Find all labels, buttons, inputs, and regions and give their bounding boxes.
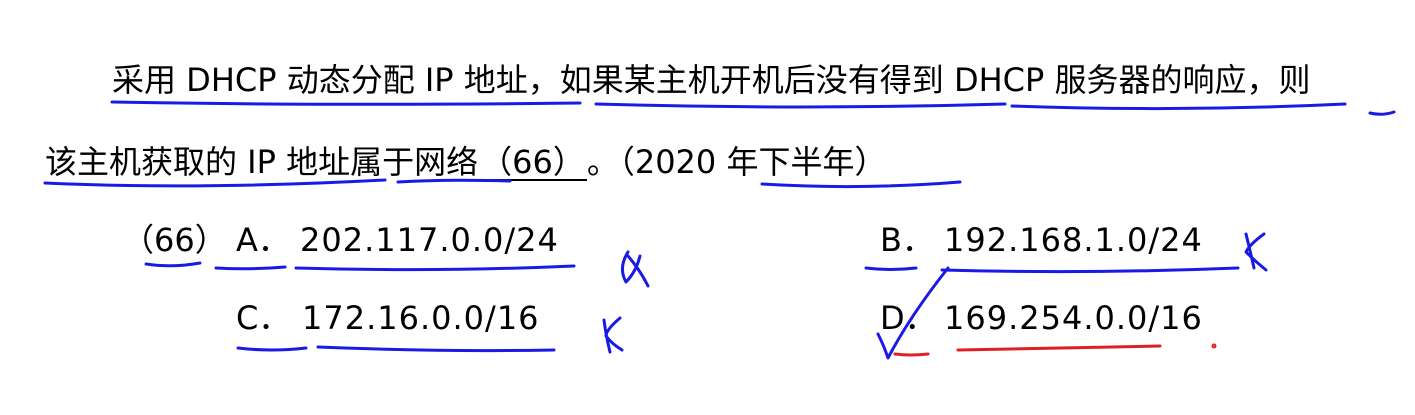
option-d-text: 169.254.0.0/16 xyxy=(944,299,1203,337)
option-d-letter: D． xyxy=(880,299,937,337)
cross-mark-b-icon xyxy=(1244,232,1268,272)
underline-q-num xyxy=(144,261,202,268)
underline-line1-a xyxy=(110,100,582,106)
underline-opt-b-letter xyxy=(864,266,918,271)
question-text-line-1: 采用 DHCP 动态分配 IP 地址，如果某主机开机后没有得到 DHCP 服务器… xyxy=(112,61,1311,99)
question-line-2: 该主机获取的 IP 地址属于网络（66）。（2020 年下半年） xyxy=(45,142,886,182)
red-dot xyxy=(1211,343,1217,349)
option-c-text: 172.16.0.0/16 xyxy=(302,299,540,337)
cross-mark-a-icon xyxy=(621,250,650,288)
question-number: （66） xyxy=(122,221,227,259)
underline-opt-c-text xyxy=(316,345,556,353)
option-a-text: 202.117.0.0/24 xyxy=(300,221,559,259)
underline-opt-a-text xyxy=(294,264,576,272)
cross-mark-c-icon xyxy=(602,316,624,354)
red-underline-d-text xyxy=(956,344,1162,352)
option-c-letter: C． xyxy=(236,299,291,337)
red-underline-d-letter xyxy=(893,352,930,357)
option-b-text: 192.168.1.0/24 xyxy=(944,221,1203,259)
option-a-letter: A． xyxy=(236,221,290,259)
option-b-letter: B． xyxy=(880,221,934,259)
question-line-1: 采用 DHCP 动态分配 IP 地址，如果某主机开机后没有得到 DHCP 服务器… xyxy=(112,60,1310,100)
question-source: 。（2020 年下半年） xyxy=(586,143,887,181)
underline-line1-d xyxy=(1368,110,1396,116)
underline-opt-a-letter xyxy=(214,265,287,271)
answer-blank: （66） xyxy=(478,143,587,181)
question-text-line-2: 该主机获取的 IP 地址属于网络 xyxy=(45,143,479,181)
underline-line2-c xyxy=(760,180,962,189)
underline-opt-c-letter xyxy=(236,346,308,352)
underline-opt-b-text xyxy=(940,266,1240,274)
underline-line1-c xyxy=(1010,102,1347,111)
underline-line1-b xyxy=(594,102,1007,109)
